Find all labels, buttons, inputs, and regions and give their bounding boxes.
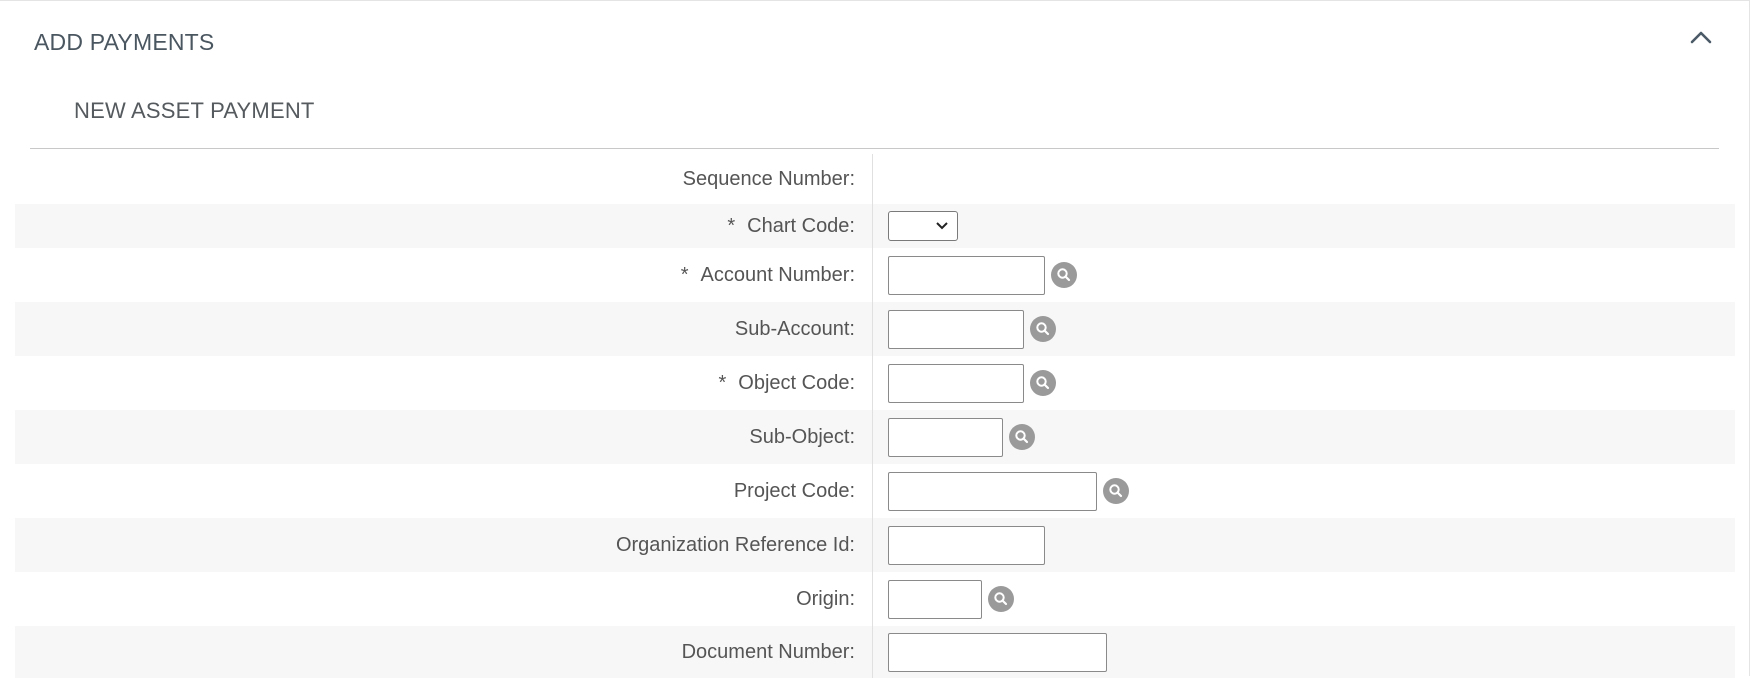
value-cell [873,464,1735,518]
organization-reference-id-label: Organization Reference Id: [615,533,855,556]
payment-form: Sequence Number: * Chart Code: * Account… [15,154,1735,678]
chevron-down-icon [936,222,948,230]
row-chart-code: * Chart Code: [15,204,1735,248]
label-cell: Organization Reference Id: [15,518,873,572]
search-icon[interactable] [1030,370,1056,396]
project-code-input[interactable] [888,471,1097,511]
label-cell: Sub-Object: [15,410,873,464]
label-cell: Sub-Account: [15,302,873,356]
document-number-input[interactable] [888,632,1107,672]
label-cell: * Account Number: [15,248,873,302]
object-code-label: Object Code: [738,371,855,394]
row-sub-object: Sub-Object: [15,410,1735,464]
chevron-up-icon[interactable] [1686,23,1716,53]
object-code-input[interactable] [888,363,1024,403]
label-cell: Project Code: [15,464,873,518]
chart-code-label: Chart Code: [747,214,855,237]
required-marker: * [680,263,689,286]
search-icon[interactable] [1030,316,1056,342]
required-marker: * [727,214,736,237]
row-origin: Origin: [15,572,1735,626]
account-number-label: Account Number: [700,263,855,286]
sub-account-label: Sub-Account: [734,317,855,340]
label-cell: * Chart Code: [15,204,873,248]
section-title: ADD PAYMENTS [34,29,215,55]
row-sequence-number: Sequence Number: [15,154,1735,204]
origin-input[interactable] [888,579,982,619]
add-payments-panel: ADD PAYMENTS NEW ASSET PAYMENT Sequence … [0,0,1750,678]
row-project-code: Project Code: [15,464,1735,518]
label-cell: Document Number: [15,626,873,678]
label-cell: Origin: [15,572,873,626]
required-marker: * [718,371,727,394]
search-icon[interactable] [1103,478,1129,504]
project-code-label: Project Code: [733,479,855,502]
value-cell [873,248,1735,302]
search-icon[interactable] [1051,262,1077,288]
search-icon[interactable] [988,586,1014,612]
value-cell [873,518,1735,572]
value-cell [873,572,1735,626]
value-cell [873,626,1735,678]
sub-object-label: Sub-Object: [749,425,855,448]
origin-label: Origin: [796,587,855,610]
account-number-input[interactable] [888,255,1045,295]
value-cell [873,302,1735,356]
row-document-number: Document Number: [15,626,1735,678]
search-icon[interactable] [1009,424,1035,450]
label-cell: Sequence Number: [15,154,873,204]
value-cell [873,356,1735,410]
row-account-number: * Account Number: [15,248,1735,302]
sequence-number-label: Sequence Number: [682,167,855,190]
chart-code-select[interactable] [888,211,958,241]
sub-account-input[interactable] [888,309,1024,349]
organization-reference-id-input[interactable] [888,525,1045,565]
value-cell [873,410,1735,464]
row-sub-account: Sub-Account: [15,302,1735,356]
value-cell [873,204,1735,248]
row-object-code: * Object Code: [15,356,1735,410]
label-cell: * Object Code: [15,356,873,410]
subsection-title: NEW ASSET PAYMENT [74,98,315,123]
row-organization-reference-id: Organization Reference Id: [15,518,1735,572]
document-number-label: Document Number: [681,640,855,663]
sub-object-input[interactable] [888,417,1003,457]
divider [30,148,1719,149]
value-cell [873,154,1735,204]
